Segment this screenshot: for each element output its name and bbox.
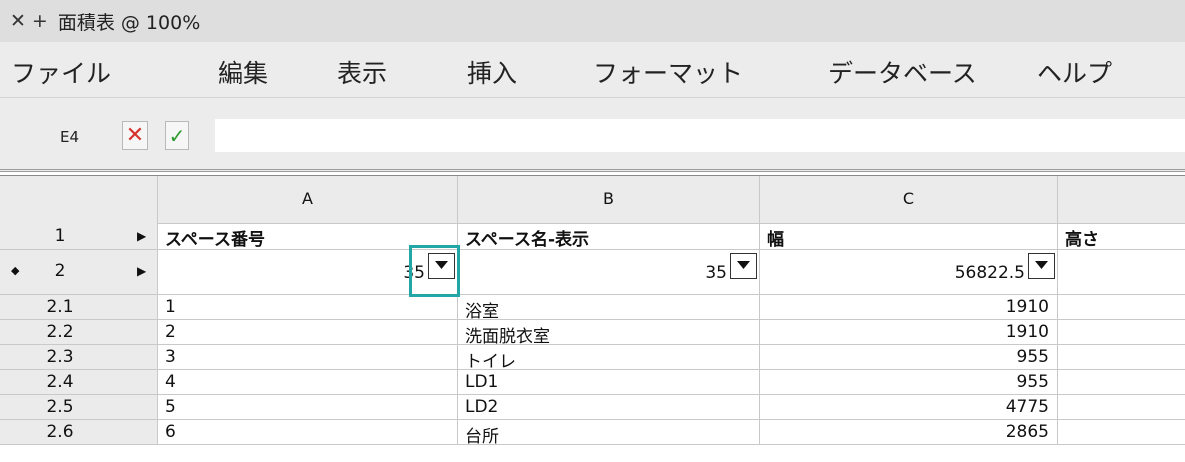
window-titlebar: ✕ + 面積表 @ 100%	[0, 0, 1185, 42]
column-header-a[interactable]: A	[158, 176, 458, 224]
menu-file[interactable]: ファイル	[11, 54, 111, 90]
row-number: 1	[54, 226, 66, 246]
cell[interactable]	[1058, 395, 1185, 420]
cell[interactable]	[1058, 345, 1185, 370]
dropdown-button[interactable]	[730, 253, 757, 279]
formula-input[interactable]	[215, 119, 1185, 152]
cell[interactable]: 2	[158, 320, 458, 345]
table-row: 2.6 6 台所 2865	[0, 420, 1185, 447]
cell[interactable]: スペース名-表示	[458, 223, 760, 250]
cell[interactable]: 955	[760, 345, 1058, 370]
window-title: 面積表 @ 100%	[57, 11, 201, 34]
column-header-row: A B C	[0, 175, 1185, 224]
column-header-d[interactable]	[1058, 176, 1185, 224]
row-header[interactable]: 1 ▶	[0, 223, 158, 250]
cell[interactable]: 浴室	[458, 295, 760, 322]
chevron-down-icon	[1035, 261, 1048, 269]
cell[interactable]: 35	[158, 250, 458, 295]
add-icon[interactable]: +	[32, 10, 48, 32]
chevron-down-icon	[435, 261, 448, 269]
cell[interactable]: 幅	[760, 223, 1058, 250]
formula-bar: E4 ✕ ✓	[0, 98, 1185, 172]
cell[interactable]: 2865	[760, 420, 1058, 445]
column-header-b[interactable]: B	[458, 176, 760, 224]
table-row: 2.2 2 洗面脱衣室 1910	[0, 320, 1185, 347]
menu-bar: ファイル 編集 表示 挿入 フォーマット データベース ヘルプ	[0, 42, 1185, 98]
row-header[interactable]: 2.1	[0, 295, 158, 320]
cell[interactable]: 955	[760, 370, 1058, 395]
menu-help[interactable]: ヘルプ	[1037, 54, 1112, 90]
cell[interactable]: 1	[158, 295, 458, 320]
row-header[interactable]: 2.6	[0, 420, 158, 445]
cell[interactable]: 35	[458, 250, 760, 295]
menu-insert[interactable]: 挿入	[467, 54, 517, 90]
expand-arrow-icon[interactable]: ▶	[137, 229, 146, 243]
corner-cell[interactable]	[0, 176, 158, 224]
chevron-down-icon	[737, 261, 750, 269]
cell[interactable]	[1058, 295, 1185, 320]
row-header[interactable]: 2.4	[0, 370, 158, 395]
menu-view[interactable]: 表示	[337, 54, 387, 90]
cell[interactable]: 1910	[760, 295, 1058, 320]
row-header[interactable]: 2.5	[0, 395, 158, 420]
cell[interactable]: トイレ	[458, 345, 760, 372]
cell[interactable]	[1058, 320, 1185, 345]
checkmark-icon: ✓	[168, 123, 186, 148]
menu-database[interactable]: データベース	[828, 54, 977, 90]
dropdown-button[interactable]	[428, 253, 455, 279]
cell[interactable]	[1058, 420, 1185, 445]
cell[interactable]: 4	[158, 370, 458, 395]
cell[interactable]: LD1	[458, 370, 760, 395]
menu-edit[interactable]: 編集	[218, 54, 268, 90]
cell[interactable]: 6	[158, 420, 458, 445]
cell[interactable]: 洗面脱衣室	[458, 320, 760, 347]
column-header-c[interactable]: C	[760, 176, 1058, 224]
row-number: 2	[54, 261, 66, 281]
cell[interactable]: 台所	[458, 420, 760, 447]
cell[interactable]: 4775	[760, 395, 1058, 420]
row-header[interactable]: 2.2	[0, 320, 158, 345]
spreadsheet-grid: A B C 1 ▶ スペース番号 スペース名-表示 幅 高さ ◆ 2 ▶ 35 …	[0, 175, 1185, 462]
cell[interactable]: 56822.5	[760, 250, 1058, 295]
cell-reference: E4	[60, 128, 80, 146]
dropdown-button[interactable]	[1028, 253, 1055, 279]
cell[interactable]: 1910	[760, 320, 1058, 345]
row-header[interactable]: ◆ 2 ▶	[0, 250, 158, 295]
expand-arrow-icon[interactable]: ▶	[137, 264, 146, 278]
cell[interactable]: 5	[158, 395, 458, 420]
cell[interactable]: スペース番号	[158, 223, 458, 250]
cell[interactable]: LD2	[458, 395, 760, 420]
table-row: 2.3 3 トイレ 955	[0, 345, 1185, 372]
table-row: ◆ 2 ▶ 35 35 56822.5	[0, 250, 1185, 295]
table-row: 2.4 4 LD1 955	[0, 370, 1185, 395]
table-row: 2.5 5 LD2 4775	[0, 395, 1185, 420]
close-icon[interactable]: ✕	[10, 10, 26, 32]
row-header[interactable]: 2.3	[0, 345, 158, 370]
cell[interactable]	[1058, 370, 1185, 395]
menu-format[interactable]: フォーマット	[593, 54, 743, 90]
accept-button[interactable]: ✓	[165, 121, 189, 150]
table-row: 1 ▶ スペース番号 スペース名-表示 幅 高さ	[0, 223, 1185, 250]
cell[interactable]: 高さ	[1058, 223, 1185, 250]
close-icon: ✕	[125, 123, 145, 148]
cell[interactable]: 3	[158, 345, 458, 370]
cell[interactable]	[1058, 250, 1185, 295]
cancel-button[interactable]: ✕	[122, 121, 148, 150]
table-row: 2.1 1 浴室 1910	[0, 295, 1185, 322]
